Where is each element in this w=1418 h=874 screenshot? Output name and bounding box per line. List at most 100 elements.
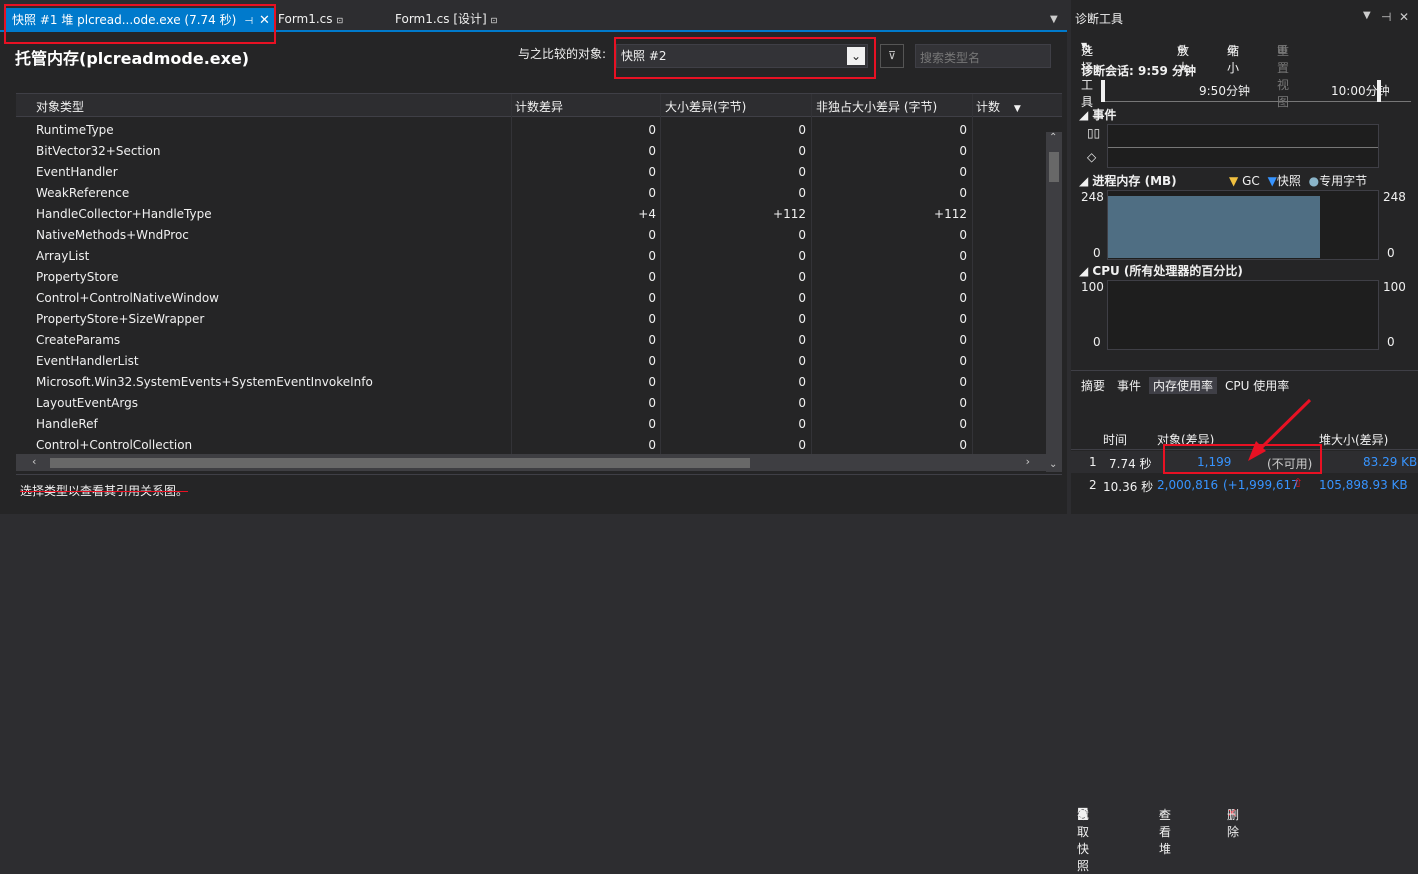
size-diff-cell: 0 (798, 165, 806, 179)
tab-dropdown-icon[interactable]: ▼ (1050, 14, 1058, 25)
col-count[interactable]: 计数 ▼ (976, 98, 1021, 115)
scroll-down-icon[interactable]: ⌄ (1049, 459, 1057, 470)
scroll-left-icon[interactable]: ‹ (32, 455, 36, 468)
count-diff-cell: 0 (648, 333, 656, 347)
size-diff-cell: 0 (798, 396, 806, 410)
count-diff-cell: 0 (648, 228, 656, 242)
table-row[interactable]: PropertyStore 0 0 0 (16, 267, 1046, 288)
table-row[interactable]: HandleRef 0 0 0 (16, 414, 1046, 435)
select-tool-button[interactable]: ⚙ 选择工具 ▾ (1081, 38, 1093, 109)
snapshot-objects-link[interactable]: 1,199 (1197, 455, 1231, 469)
col-inclusive-size-diff[interactable]: 非独占大小差异 (字节) (816, 98, 937, 115)
count-diff-cell: 0 (648, 417, 656, 431)
pin-icon[interactable]: ⊡ (491, 16, 498, 25)
scroll-thumb[interactable] (50, 458, 750, 468)
tab-form1-cs[interactable]: Form1.cs ⊡ (274, 9, 343, 30)
tab-summary[interactable]: 摘要 (1081, 377, 1105, 394)
size-diff-cell: 0 (798, 354, 806, 368)
table-row[interactable]: ArrayList 0 0 0 (16, 246, 1046, 267)
scroll-thumb[interactable] (1049, 152, 1059, 182)
col-time[interactable]: 时间 (1103, 431, 1127, 448)
table-row[interactable]: NativeMethods+WndProc 0 0 0 (16, 225, 1046, 246)
divider (1108, 147, 1378, 148)
col-objects-diff[interactable]: 对象(差异) (1157, 431, 1214, 448)
search-input[interactable]: 搜索类型名 (915, 44, 1051, 68)
timeline-range-end[interactable] (1377, 80, 1381, 102)
inclusive-size-diff-cell: +112 (934, 207, 967, 221)
pin-icon[interactable]: ⊣ (244, 16, 253, 27)
tab-form1-label: Form1.cs (278, 12, 333, 26)
tab-memory-usage[interactable]: 内存使用率 (1149, 377, 1218, 394)
size-diff-cell: 0 (798, 312, 806, 326)
chevron-down-icon[interactable]: ⌄ (847, 47, 865, 65)
snapshot-heap-link[interactable]: 83.29 KB (1363, 455, 1417, 469)
col-object-type[interactable]: 对象类型 (36, 98, 84, 115)
object-type-cell: BitVector32+Section (36, 144, 161, 158)
close-icon[interactable]: ✕ (259, 13, 270, 28)
count-diff-cell: 0 (648, 144, 656, 158)
table-row[interactable]: CreateParams 0 0 0 (16, 330, 1046, 351)
table-row[interactable]: RuntimeType 0 0 0 (16, 120, 1046, 141)
table-row[interactable]: BitVector32+Section 0 0 0 (16, 141, 1046, 162)
vertical-scrollbar[interactable]: ⌃ ⌄ (1046, 132, 1062, 472)
inclusive-size-diff-cell: 0 (959, 375, 967, 389)
memory-title-label: 进程内存 (MB) (1092, 174, 1177, 188)
col-count-diff[interactable]: 计数差异 (515, 98, 563, 115)
inclusive-size-diff-cell: 0 (959, 417, 967, 431)
table-row[interactable]: Microsoft.Win32.SystemEvents+SystemEvent… (16, 372, 1046, 393)
cpu-section-title[interactable]: ◢ CPU (所有处理器的百分比) (1079, 262, 1243, 279)
size-diff-cell: 0 (798, 228, 806, 242)
tab-snapshot[interactable]: 快照 #1 堆 plcread...ode.exe (7.74 秒) ⊣ ✕ (6, 8, 274, 32)
inclusive-size-diff-cell: 0 (959, 249, 967, 263)
snapshot-time: 7.74 秒 (1109, 457, 1152, 471)
object-type-cell: Control+ControlNativeWindow (36, 291, 219, 305)
object-type-cell: PropertyStore (36, 270, 119, 284)
count-diff-cell: 0 (648, 186, 656, 200)
close-icon[interactable]: ✕ (1399, 10, 1409, 24)
compare-select[interactable]: 快照 #2 ⌄ (616, 44, 868, 68)
col-size-diff[interactable]: 大小差异(字节) (665, 98, 746, 115)
timeline-range-start[interactable] (1101, 80, 1105, 102)
events-section-title[interactable]: ◢ 事件 (1079, 106, 1116, 123)
status-message: 选择类型以查看其引用关系图。 (20, 484, 189, 498)
pin-icon[interactable]: ⊡ (336, 16, 343, 25)
legend-gc: GC (1242, 174, 1260, 188)
diag-toolbar: ⚙ 选择工具 ▾ ⊕ 放大 ⊖ 缩小 ⊞ 重置视图 (1071, 34, 1418, 109)
table-row[interactable]: HandleCollector+HandleType +4 +112 +112 (16, 204, 1046, 225)
count-diff-cell: 0 (648, 249, 656, 263)
tab-events[interactable]: 事件 (1117, 377, 1141, 394)
snapshot-objects-link[interactable]: 2,000,816 (1157, 478, 1218, 492)
table-row[interactable]: PropertyStore+SizeWrapper 0 0 0 (16, 309, 1046, 330)
tab-form1-design[interactable]: Form1.cs [设计] ⊡ (391, 9, 497, 30)
horizontal-scrollbar[interactable]: ‹ › (16, 454, 1046, 471)
pin-icon[interactable]: ⊣ (1381, 10, 1391, 24)
timeline-ruler[interactable]: 9:50分钟 10:00分钟 (1101, 80, 1411, 102)
count-diff-cell: 0 (648, 396, 656, 410)
session-time: 诊断会话: 9:59 分钟 (1081, 64, 1197, 78)
scroll-up-icon[interactable]: ⌃ (1049, 132, 1057, 143)
divider (1071, 370, 1418, 371)
table-row[interactable]: Control+ControlCollection 0 0 0 (16, 435, 1046, 456)
scroll-right-icon[interactable]: › (1026, 455, 1030, 468)
memory-section-title[interactable]: ◢ 进程内存 (MB) (1079, 172, 1177, 189)
table-row[interactable]: EventHandler 0 0 0 (16, 162, 1046, 183)
timeline-tick-label: 9:50分钟 (1199, 84, 1250, 98)
table-row[interactable]: EventHandlerList 0 0 0 (16, 351, 1046, 372)
tab-cpu-usage[interactable]: CPU 使用率 (1225, 377, 1289, 394)
dropdown-icon[interactable]: ▼ (1363, 10, 1371, 21)
snapshot-heap-link[interactable]: 105,898.93 KB (1319, 478, 1408, 492)
inclusive-size-diff-cell: 0 (959, 228, 967, 242)
events-plot (1107, 124, 1379, 168)
filter-icon[interactable]: ⊽ (880, 44, 904, 68)
table-row[interactable]: WeakReference 0 0 0 (16, 183, 1046, 204)
size-diff-cell: 0 (798, 249, 806, 263)
col-heap-size-diff[interactable]: 堆大小(差异) (1319, 431, 1388, 448)
events-title-label: 事件 (1092, 108, 1117, 122)
snapshot-row[interactable]: 2 10.36 秒 2,000,816 (+1,999,617 ⇧ 105,89… (1071, 474, 1418, 496)
table-row[interactable]: LayoutEventArgs 0 0 0 (16, 393, 1046, 414)
snapshot-objects-diff-link[interactable]: (+1,999,617 (1223, 478, 1299, 492)
size-diff-cell: 0 (798, 417, 806, 431)
count-diff-cell: 0 (648, 270, 656, 284)
count-diff-cell: 0 (648, 438, 656, 452)
table-row[interactable]: Control+ControlNativeWindow 0 0 0 (16, 288, 1046, 309)
